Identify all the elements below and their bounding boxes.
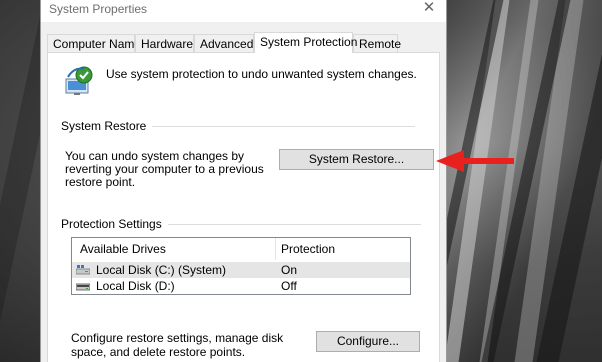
close-icon[interactable]: ✕: [422, 0, 436, 16]
drive-name: Local Disk (C:) (System): [96, 263, 227, 277]
tab-hardware[interactable]: Hardware: [135, 34, 194, 52]
drive-row[interactable]: Local Disk (D:) Off: [72, 278, 410, 294]
tab-computer-name[interactable]: Computer Name: [47, 34, 141, 52]
drive-protection-status: Off: [281, 279, 297, 293]
protection-settings-group-title: Protection Settings: [61, 217, 168, 231]
system-restore-group-title: System Restore: [61, 119, 153, 133]
divider: [138, 224, 421, 225]
title-bar[interactable]: System Properties ✕: [41, 0, 446, 22]
column-header-protection[interactable]: Protection: [281, 238, 335, 261]
drives-list[interactable]: Available Drives Protection Local Disk (…: [71, 237, 411, 295]
tab-remote[interactable]: Remote: [353, 34, 401, 52]
tab-advanced[interactable]: Advanced: [194, 34, 254, 52]
drive-icon: [76, 283, 90, 291]
system-protection-icon: [65, 66, 93, 95]
configure-button[interactable]: Configure...: [316, 331, 420, 352]
red-arrow-icon: [436, 150, 514, 172]
system-restore-description: You can undo system changes by reverting…: [65, 149, 264, 189]
drive-row[interactable]: Local Disk (C:) (System) On: [72, 262, 410, 278]
column-separator[interactable]: [275, 238, 276, 260]
window-title: System Properties: [49, 2, 148, 16]
divider: [110, 126, 415, 127]
system-restore-button[interactable]: System Restore...: [279, 149, 434, 170]
system-protection-page: Use system protection to undo unwanted s…: [47, 52, 440, 362]
system-properties-window: System Properties ✕ Computer Name Hardwa…: [40, 0, 447, 362]
configure-description: Configure restore settings, manage disk …: [71, 331, 284, 359]
column-header-available-drives[interactable]: Available Drives: [80, 238, 166, 261]
tab-system-protection[interactable]: System Protection: [254, 32, 357, 53]
intro-text: Use system protection to undo unwanted s…: [106, 67, 417, 81]
drive-protection-status: On: [281, 263, 298, 277]
drive-name: Local Disk (D:): [96, 279, 175, 293]
system-drive-icon: [76, 265, 90, 275]
